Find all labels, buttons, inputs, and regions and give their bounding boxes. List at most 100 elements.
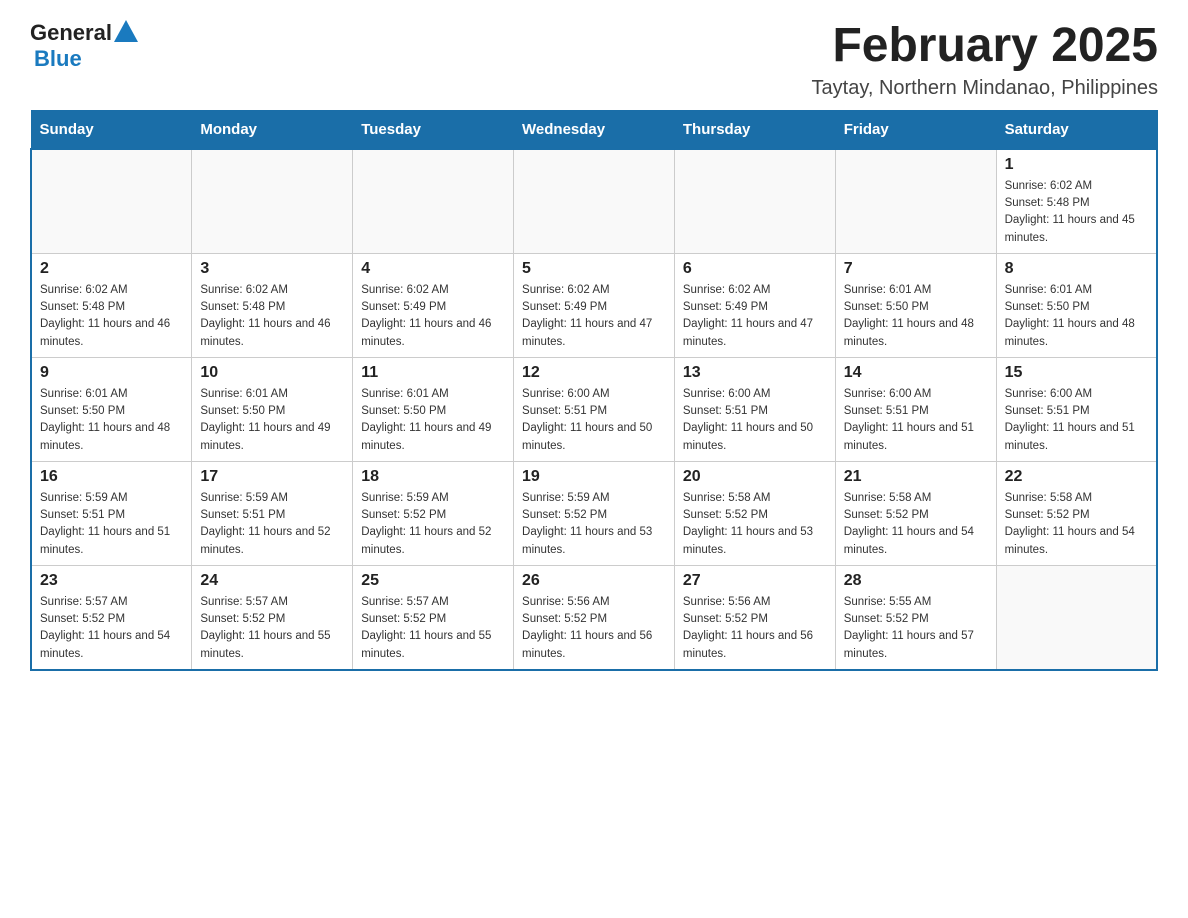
calendar-week-row: 16 Sunrise: 5:59 AMSunset: 5:51 PMDayligh… <box>31 461 1157 565</box>
day-number: 27 <box>683 572 827 590</box>
day-number: 11 <box>361 364 505 382</box>
day-number: 22 <box>1005 468 1148 486</box>
calendar-cell: 1 Sunrise: 6:02 AMSunset: 5:48 PMDaylight… <box>996 149 1157 254</box>
calendar-cell: 21 Sunrise: 5:58 AMSunset: 5:52 PMDayligh… <box>835 461 996 565</box>
day-number: 20 <box>683 468 827 486</box>
day-number: 14 <box>844 364 988 382</box>
page-title: February 2025 <box>812 20 1158 73</box>
calendar-week-row: 9 Sunrise: 6:01 AMSunset: 5:50 PMDaylight… <box>31 357 1157 461</box>
day-info: Sunrise: 6:01 AMSunset: 5:50 PMDaylight:… <box>40 386 183 455</box>
day-info: Sunrise: 6:00 AMSunset: 5:51 PMDaylight:… <box>844 386 988 455</box>
day-number: 6 <box>683 260 827 278</box>
calendar-cell: 8Sunrise: 6:01 AMSunset: 5:50 PMDaylight… <box>996 253 1157 357</box>
calendar-cell: 10 Sunrise: 6:01 AMSunset: 5:50 PMDayligh… <box>192 357 353 461</box>
day-info: Sunrise: 6:01 AMSunset: 5:50 PMDaylight:… <box>844 282 988 351</box>
day-info: Sunrise: 6:01 AMSunset: 5:50 PMDaylight:… <box>361 386 505 455</box>
day-of-week-header: Tuesday <box>353 110 514 149</box>
calendar-cell: 27 Sunrise: 5:56 AMSunset: 5:52 PMDayligh… <box>674 565 835 670</box>
day-number: 5 <box>522 260 666 278</box>
calendar-cell <box>353 149 514 254</box>
day-of-week-header: Friday <box>835 110 996 149</box>
calendar-cell <box>31 149 192 254</box>
logo-text-general: General <box>30 20 112 46</box>
day-info: Sunrise: 6:02 AMSunset: 5:48 PMDaylight:… <box>40 282 183 351</box>
calendar-week-row: 23 Sunrise: 5:57 AMSunset: 5:52 PMDayligh… <box>31 565 1157 670</box>
day-info: Sunrise: 5:58 AMSunset: 5:52 PMDaylight:… <box>1005 490 1148 559</box>
day-number: 3 <box>200 260 344 278</box>
calendar-body: 1 Sunrise: 6:02 AMSunset: 5:48 PMDaylight… <box>31 149 1157 670</box>
calendar-cell: 9 Sunrise: 6:01 AMSunset: 5:50 PMDaylight… <box>31 357 192 461</box>
day-number: 18 <box>361 468 505 486</box>
day-info: Sunrise: 5:56 AMSunset: 5:52 PMDaylight:… <box>683 594 827 663</box>
calendar-cell: 7 Sunrise: 6:01 AMSunset: 5:50 PMDaylight… <box>835 253 996 357</box>
day-number: 7 <box>844 260 988 278</box>
day-info: Sunrise: 6:01 AMSunset: 5:50 PMDaylight:… <box>200 386 344 455</box>
title-block: February 2025 Taytay, Northern Mindanao,… <box>812 20 1158 100</box>
page-header: General Blue February 2025 Taytay, North… <box>30 20 1158 100</box>
day-info: Sunrise: 5:57 AMSunset: 5:52 PMDaylight:… <box>40 594 183 663</box>
day-number: 13 <box>683 364 827 382</box>
calendar-cell: 2 Sunrise: 6:02 AMSunset: 5:48 PMDaylight… <box>31 253 192 357</box>
day-number: 2 <box>40 260 183 278</box>
day-number: 21 <box>844 468 988 486</box>
calendar-cell <box>674 149 835 254</box>
calendar-cell: 6 Sunrise: 6:02 AMSunset: 5:49 PMDaylight… <box>674 253 835 357</box>
day-info: Sunrise: 5:59 AMSunset: 5:52 PMDaylight:… <box>522 490 666 559</box>
calendar-cell: 20Sunrise: 5:58 AMSunset: 5:52 PMDayligh… <box>674 461 835 565</box>
days-of-week-row: SundayMondayTuesdayWednesdayThursdayFrid… <box>31 110 1157 149</box>
day-of-week-header: Saturday <box>996 110 1157 149</box>
calendar-cell: 25 Sunrise: 5:57 AMSunset: 5:52 PMDayligh… <box>353 565 514 670</box>
logo-triangle-icon <box>114 20 138 42</box>
calendar-cell: 18 Sunrise: 5:59 AMSunset: 5:52 PMDayligh… <box>353 461 514 565</box>
page-subtitle: Taytay, Northern Mindanao, Philippines <box>812 77 1158 100</box>
calendar-cell: 12Sunrise: 6:00 AMSunset: 5:51 PMDayligh… <box>514 357 675 461</box>
calendar-cell: 3 Sunrise: 6:02 AMSunset: 5:48 PMDaylight… <box>192 253 353 357</box>
calendar-header: SundayMondayTuesdayWednesdayThursdayFrid… <box>31 110 1157 149</box>
calendar-cell: 26 Sunrise: 5:56 AMSunset: 5:52 PMDayligh… <box>514 565 675 670</box>
day-info: Sunrise: 6:02 AMSunset: 5:49 PMDaylight:… <box>361 282 505 351</box>
day-number: 28 <box>844 572 988 590</box>
calendar-cell: 22 Sunrise: 5:58 AMSunset: 5:52 PMDayligh… <box>996 461 1157 565</box>
day-of-week-header: Monday <box>192 110 353 149</box>
day-number: 1 <box>1005 156 1148 174</box>
calendar-cell: 14 Sunrise: 6:00 AMSunset: 5:51 PMDayligh… <box>835 357 996 461</box>
day-info: Sunrise: 6:02 AMSunset: 5:49 PMDaylight:… <box>522 282 666 351</box>
day-number: 25 <box>361 572 505 590</box>
calendar-cell: 28 Sunrise: 5:55 AMSunset: 5:52 PMDayligh… <box>835 565 996 670</box>
calendar-cell <box>996 565 1157 670</box>
day-number: 10 <box>200 364 344 382</box>
calendar-table: SundayMondayTuesdayWednesdayThursdayFrid… <box>30 110 1158 671</box>
day-info: Sunrise: 6:02 AMSunset: 5:48 PMDaylight:… <box>1005 178 1148 247</box>
day-info: Sunrise: 6:00 AMSunset: 5:51 PMDaylight:… <box>683 386 827 455</box>
calendar-cell: 5 Sunrise: 6:02 AMSunset: 5:49 PMDaylight… <box>514 253 675 357</box>
day-number: 15 <box>1005 364 1148 382</box>
day-info: Sunrise: 6:01 AMSunset: 5:50 PMDaylight:… <box>1005 282 1148 351</box>
day-number: 4 <box>361 260 505 278</box>
calendar-cell <box>835 149 996 254</box>
calendar-cell: 11 Sunrise: 6:01 AMSunset: 5:50 PMDayligh… <box>353 357 514 461</box>
day-info: Sunrise: 5:59 AMSunset: 5:51 PMDaylight:… <box>40 490 183 559</box>
day-info: Sunrise: 5:59 AMSunset: 5:51 PMDaylight:… <box>200 490 344 559</box>
day-of-week-header: Thursday <box>674 110 835 149</box>
day-number: 26 <box>522 572 666 590</box>
day-info: Sunrise: 5:55 AMSunset: 5:52 PMDaylight:… <box>844 594 988 663</box>
day-info: Sunrise: 5:57 AMSunset: 5:52 PMDaylight:… <box>361 594 505 663</box>
calendar-cell: 17Sunrise: 5:59 AMSunset: 5:51 PMDayligh… <box>192 461 353 565</box>
day-number: 24 <box>200 572 344 590</box>
day-info: Sunrise: 6:02 AMSunset: 5:49 PMDaylight:… <box>683 282 827 351</box>
calendar-cell: 19 Sunrise: 5:59 AMSunset: 5:52 PMDayligh… <box>514 461 675 565</box>
calendar-cell: 15Sunrise: 6:00 AMSunset: 5:51 PMDayligh… <box>996 357 1157 461</box>
calendar-week-row: 2 Sunrise: 6:02 AMSunset: 5:48 PMDaylight… <box>31 253 1157 357</box>
day-info: Sunrise: 5:59 AMSunset: 5:52 PMDaylight:… <box>361 490 505 559</box>
day-info: Sunrise: 5:56 AMSunset: 5:52 PMDaylight:… <box>522 594 666 663</box>
day-number: 19 <box>522 468 666 486</box>
day-number: 16 <box>40 468 183 486</box>
day-number: 9 <box>40 364 183 382</box>
calendar-cell: 13 Sunrise: 6:00 AMSunset: 5:51 PMDayligh… <box>674 357 835 461</box>
day-of-week-header: Wednesday <box>514 110 675 149</box>
day-number: 23 <box>40 572 183 590</box>
day-of-week-header: Sunday <box>31 110 192 149</box>
day-info: Sunrise: 5:58 AMSunset: 5:52 PMDaylight:… <box>844 490 988 559</box>
day-info: Sunrise: 6:02 AMSunset: 5:48 PMDaylight:… <box>200 282 344 351</box>
calendar-cell: 24Sunrise: 5:57 AMSunset: 5:52 PMDayligh… <box>192 565 353 670</box>
